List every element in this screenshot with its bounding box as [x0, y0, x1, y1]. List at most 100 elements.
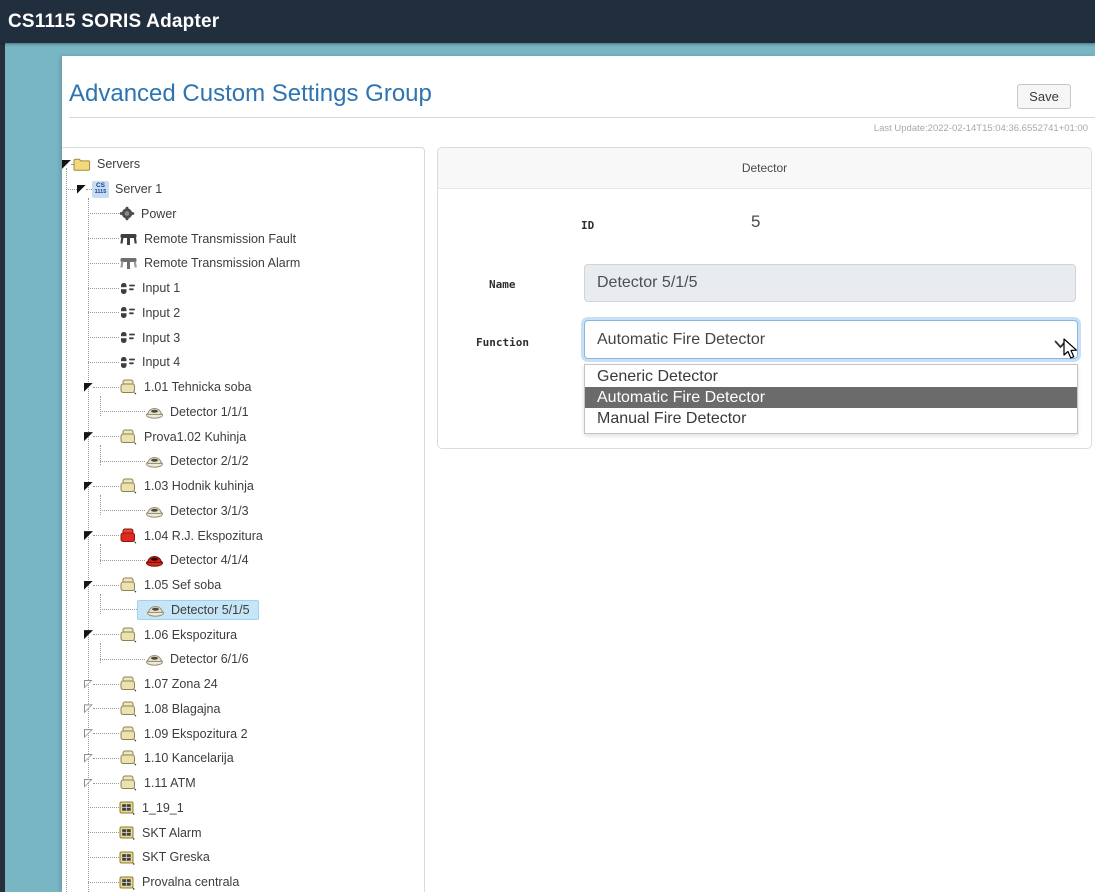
- tree-item[interactable]: 1.01 Tehnicka soba: [62, 375, 424, 400]
- tree-item-label: 1.06 Ekspozitura: [144, 628, 237, 642]
- screen: { "app": { "topbar_title": "CS1115 SORIS…: [0, 0, 1095, 892]
- power-icon: [119, 206, 135, 221]
- tree-item[interactable]: Input 2: [62, 301, 424, 326]
- tree-item[interactable]: 1_19_1: [62, 796, 424, 821]
- tree-item-label: 1.10 Kancelarija: [144, 751, 234, 765]
- tree-item[interactable]: Remote Transmission Fault: [62, 226, 424, 251]
- tree-item[interactable]: Prova1.02 Kuhinja: [62, 424, 424, 449]
- function-dropdown-list: Generic DetectorAutomatic Fire DetectorM…: [584, 364, 1078, 434]
- tree-item[interactable]: 1.06 Ekspozitura: [62, 622, 424, 647]
- mouse-cursor: [1062, 338, 1080, 365]
- app-title: CS1115 SORIS Adapter: [0, 11, 219, 33]
- input-icon: [119, 306, 136, 319]
- tree-item[interactable]: Detector 5/1/5: [62, 598, 424, 623]
- content-card: Advanced Custom Settings Group Save Last…: [62, 56, 1095, 892]
- tree-item-label: Detector 2/1/2: [170, 454, 249, 468]
- zone-icon: [119, 701, 138, 717]
- tree-item-label: Prova1.02 Kuhinja: [144, 430, 246, 444]
- function-select-value: Automatic Fire Detector: [597, 331, 765, 349]
- tree-item[interactable]: Servers: [62, 152, 424, 177]
- last-update-timestamp: Last Update:2022-02-14T15:04:36.6552741+…: [874, 123, 1088, 134]
- tree-expander-open[interactable]: [84, 432, 93, 441]
- tree-item-label: Provalna centrala: [142, 875, 239, 889]
- detector-icon: [145, 405, 164, 419]
- folder-icon: [73, 157, 91, 171]
- detector-detail-panel: Detector ID 5 Name Function Automatic Fi…: [437, 147, 1092, 449]
- tree-item-label: Detector 4/1/4: [170, 553, 249, 567]
- tree-item[interactable]: 1.05 Sef soba: [62, 573, 424, 598]
- cs1115-icon: CS1115: [92, 181, 109, 198]
- tree-item[interactable]: 1.09 Ekspozitura 2: [62, 721, 424, 746]
- tree-item[interactable]: Detector 3/1/3: [62, 499, 424, 524]
- detector-red-icon: [145, 553, 164, 567]
- tree-item[interactable]: 1.04 R.J. Ekspozitura: [62, 523, 424, 548]
- tree-expander-open[interactable]: [84, 383, 93, 392]
- tree-item[interactable]: Input 3: [62, 325, 424, 350]
- panel-icon: [119, 850, 136, 865]
- tree-item[interactable]: 1.11 ATM: [62, 771, 424, 796]
- dropdown-option[interactable]: Generic Detector: [585, 366, 1077, 387]
- page-title: Advanced Custom Settings Group: [69, 80, 432, 108]
- tree-expander-open[interactable]: [84, 482, 93, 491]
- dropdown-option[interactable]: Manual Fire Detector: [585, 408, 1077, 429]
- tree-item-label: Remote Transmission Fault: [144, 232, 296, 246]
- tree-expander-open[interactable]: [77, 185, 86, 194]
- tree-item[interactable]: 1.10 Kancelarija: [62, 746, 424, 771]
- tree-item-label: 1.04 R.J. Ekspozitura: [144, 529, 263, 543]
- tree-item[interactable]: SKT Alarm: [62, 820, 424, 845]
- tree-item[interactable]: Detector 1/1/1: [62, 400, 424, 425]
- tree-item[interactable]: SKT Greska: [62, 845, 424, 870]
- zone-icon: [119, 478, 138, 494]
- tree-expander-collapsed[interactable]: [84, 704, 93, 713]
- tree-expander-collapsed[interactable]: [84, 754, 93, 763]
- tree-expander-open[interactable]: [62, 160, 71, 169]
- tree-expander-open[interactable]: [84, 630, 93, 639]
- name-input[interactable]: [584, 264, 1076, 302]
- zone-icon: [119, 750, 138, 766]
- tree-item-label: Servers: [97, 157, 140, 171]
- device-tree-panel: Servers CS1115Server 1Power Remote Transmi…: [62, 147, 425, 892]
- tree-item[interactable]: Input 1: [62, 276, 424, 301]
- device-tree: Servers CS1115Server 1Power Remote Transmi…: [62, 152, 424, 892]
- tree-item[interactable]: Provalna centrala: [62, 870, 424, 892]
- tree-item[interactable]: Input 4: [62, 350, 424, 375]
- tree-item-label: Input 1: [142, 281, 180, 295]
- top-bar: CS1115 SORIS Adapter: [0, 0, 1095, 43]
- save-button[interactable]: Save: [1017, 84, 1071, 109]
- tree-item-label: 1.05 Sef soba: [144, 578, 221, 592]
- tree-item[interactable]: Detector 6/1/6: [62, 647, 424, 672]
- tree-expander-open[interactable]: [84, 581, 93, 590]
- tree-item-label: Detector 5/1/5: [171, 603, 250, 617]
- left-edge-strip: [0, 43, 5, 892]
- name-label: Name: [489, 278, 516, 291]
- tree-expander-collapsed[interactable]: [84, 680, 93, 689]
- id-label: ID: [581, 219, 594, 232]
- tree-item[interactable]: 1.07 Zona 24: [62, 672, 424, 697]
- tree-item[interactable]: Detector 2/1/2: [62, 449, 424, 474]
- panel-icon: [119, 800, 136, 815]
- tree-item-label: 1.01 Tehnicka soba: [144, 380, 252, 394]
- tree-item[interactable]: CS1115Server 1: [62, 177, 424, 202]
- tree-item[interactable]: Detector 4/1/4: [62, 548, 424, 573]
- tree-item[interactable]: 1.03 Hodnik kuhinja: [62, 474, 424, 499]
- tree-item-label: 1.03 Hodnik kuhinja: [144, 479, 254, 493]
- zone-icon: [119, 429, 138, 445]
- tree-item[interactable]: Remote Transmission Alarm: [62, 251, 424, 276]
- detector-icon: [146, 603, 165, 617]
- tree-expander-collapsed[interactable]: [84, 779, 93, 788]
- zone-icon: [119, 627, 138, 643]
- tree-item-label: SKT Greska: [142, 850, 210, 864]
- tree-item[interactable]: 1.08 Blagajna: [62, 697, 424, 722]
- id-value: 5: [751, 212, 760, 232]
- function-select[interactable]: Automatic Fire Detector: [584, 320, 1078, 359]
- tree-expander-collapsed[interactable]: [84, 729, 93, 738]
- rt-fault-icon: [119, 232, 138, 246]
- tree-item-label: Input 2: [142, 306, 180, 320]
- dropdown-option[interactable]: Automatic Fire Detector: [585, 387, 1077, 408]
- detector-icon: [145, 504, 164, 518]
- tree-expander-open[interactable]: [84, 531, 93, 540]
- tree-item-label: SKT Alarm: [142, 826, 202, 840]
- tree-item-label: 1.07 Zona 24: [144, 677, 218, 691]
- tree-item[interactable]: Power: [62, 202, 424, 227]
- tree-item-label: Input 3: [142, 331, 180, 345]
